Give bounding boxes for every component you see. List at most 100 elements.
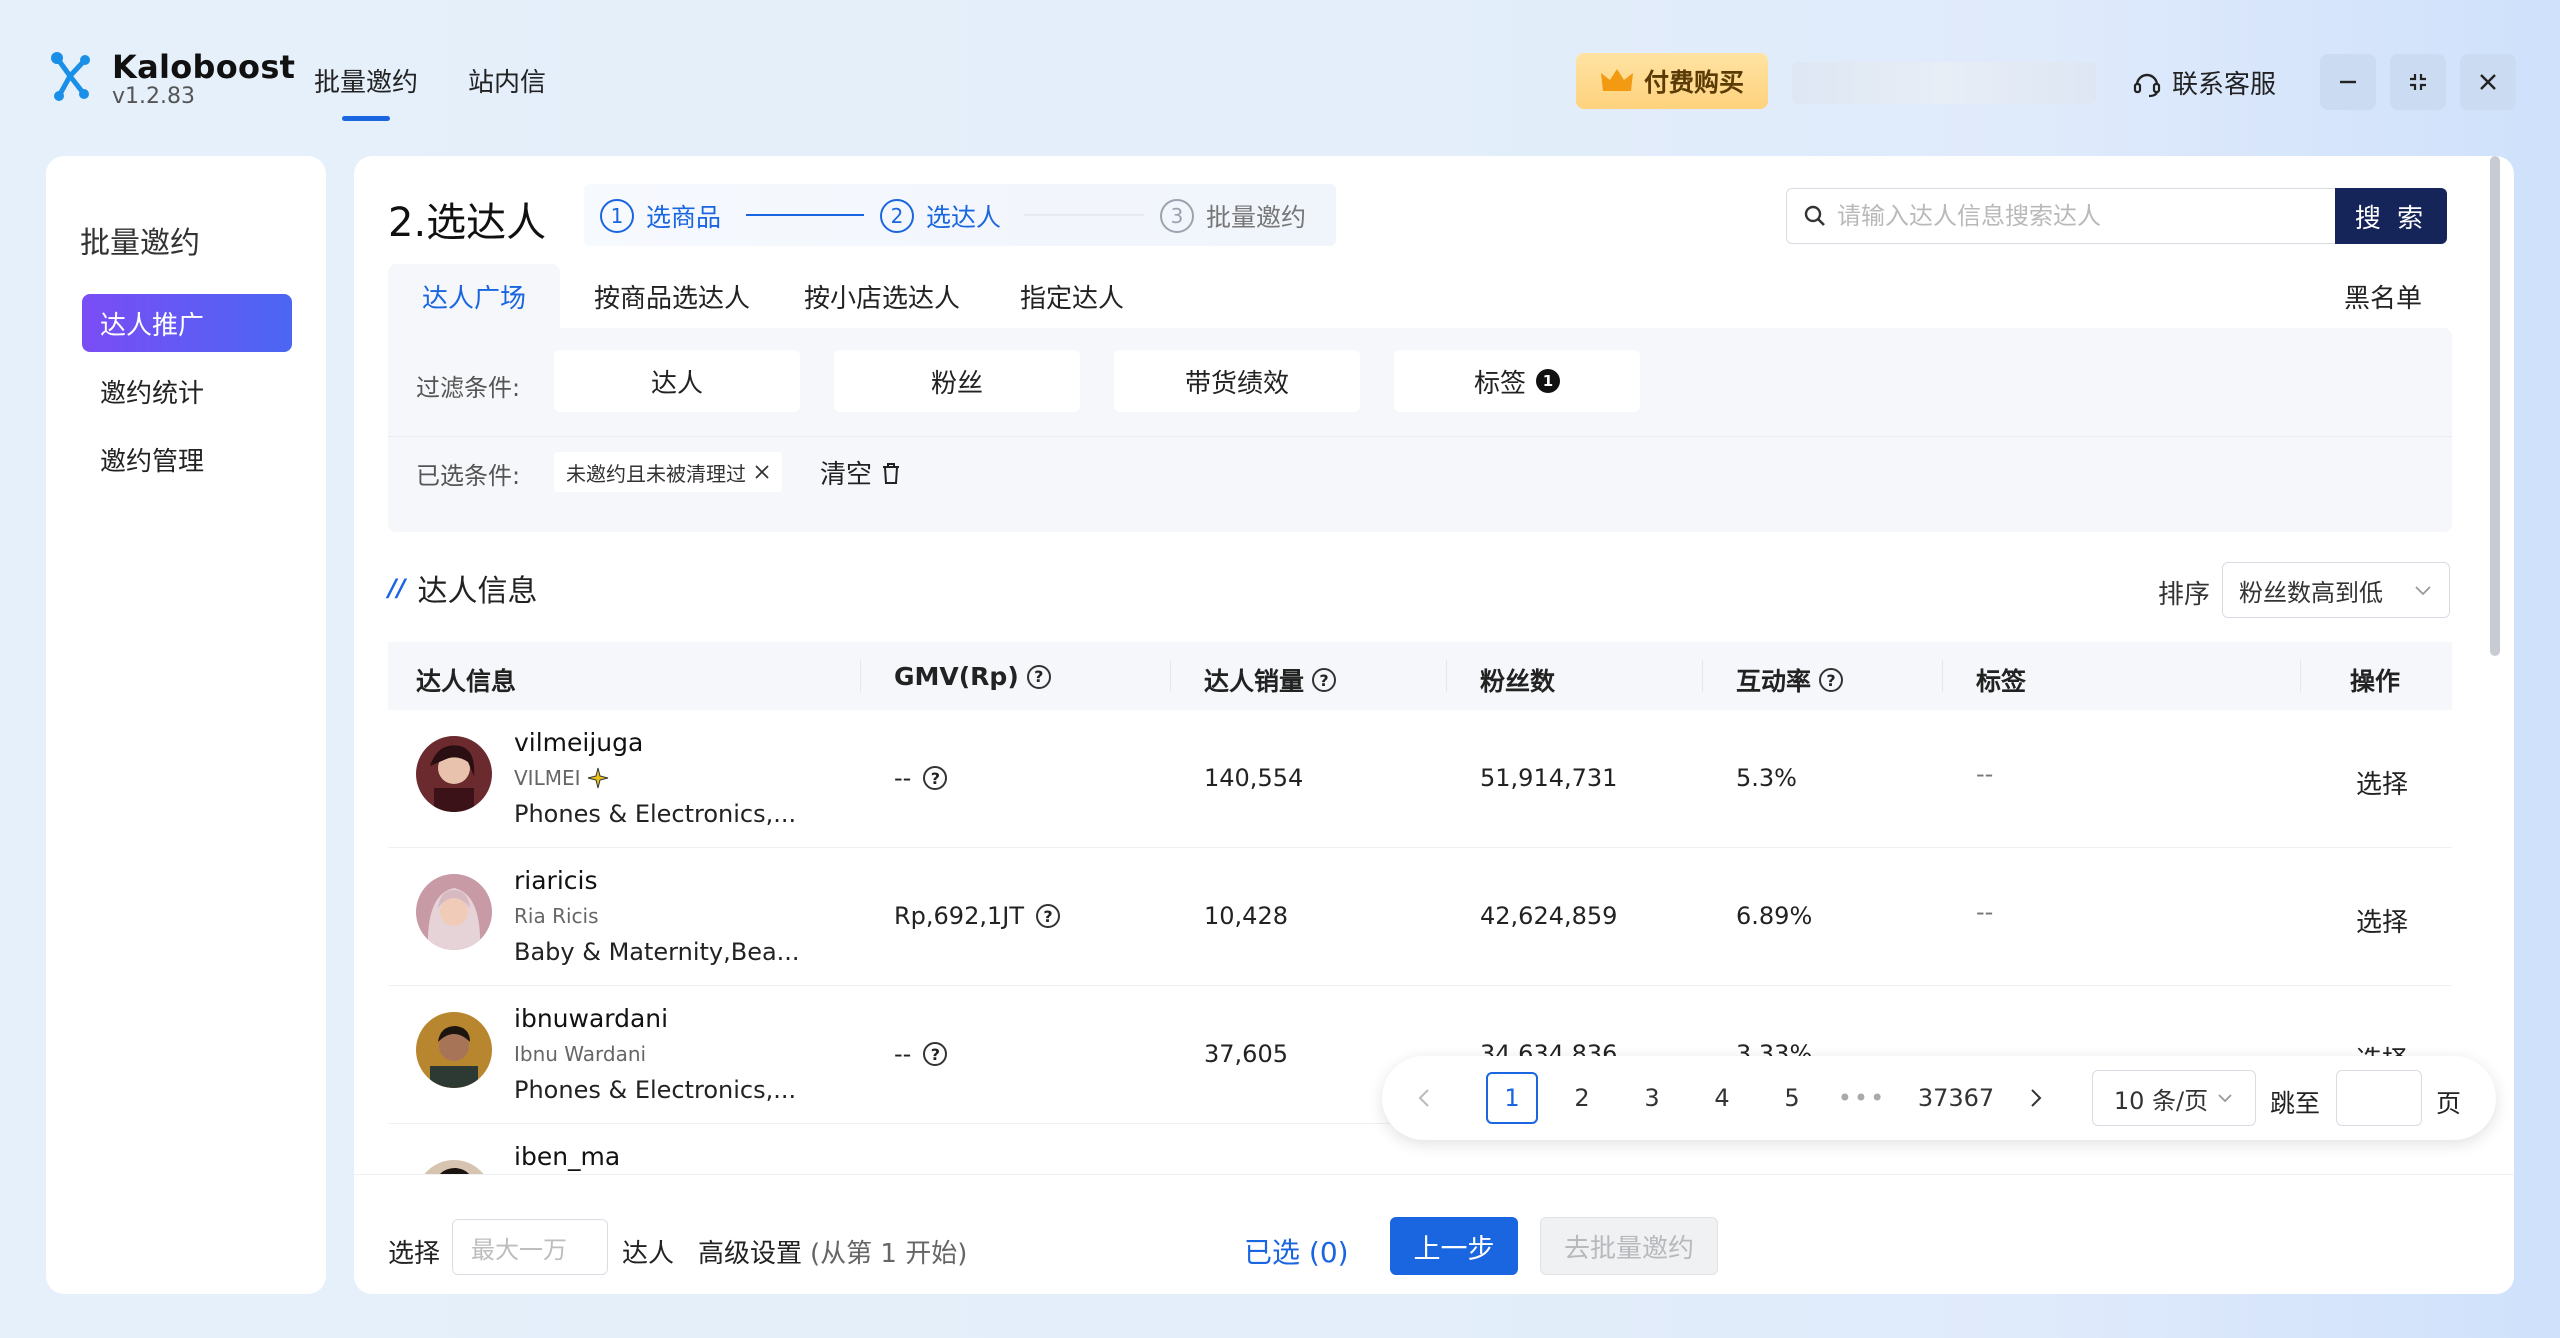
sales-cell: 140,554: [1204, 764, 1304, 792]
column-header-gmv: GMV(Rp)?: [894, 662, 1051, 691]
headset-icon: [2133, 73, 2161, 97]
page-size-select[interactable]: 10 条/页: [2092, 1070, 2256, 1126]
page-ellipsis[interactable]: •••: [1836, 1072, 1888, 1124]
account-info: [1792, 62, 2096, 104]
sidebar-item-invite-management[interactable]: 邀约管理: [82, 430, 292, 488]
scrollbar[interactable]: [2490, 156, 2500, 656]
app-version: v1.2.83: [112, 84, 195, 109]
help-icon[interactable]: ?: [1819, 668, 1844, 692]
chevron-right-icon: [2031, 1089, 2042, 1107]
creator-category: Baby & Maternity,Bea...: [514, 938, 800, 966]
tags-cell: --: [1976, 898, 1994, 926]
creator-category: Phones & Electronics,...: [514, 800, 797, 828]
search-box: [1786, 188, 2336, 244]
help-icon[interactable]: ?: [923, 1042, 948, 1066]
jump-page-input[interactable]: [2336, 1070, 2422, 1126]
nav-tab-batch-invite[interactable]: 批量邀约: [314, 62, 418, 121]
step-select-creator: 2 选达人: [880, 198, 1001, 234]
restore-button[interactable]: [2390, 54, 2446, 110]
column-header-label: GMV(Rp): [894, 662, 1019, 691]
close-button[interactable]: [2460, 54, 2516, 110]
tab-creator-square[interactable]: 达人广场: [388, 264, 561, 328]
search-button[interactable]: 搜 索: [2335, 188, 2447, 244]
section-marker-icon: //: [388, 574, 406, 602]
tab-specified-creator[interactable]: 指定达人: [1020, 264, 1124, 328]
creator-handle[interactable]: ibnuwardani: [514, 1004, 668, 1033]
advanced-settings-link[interactable]: 高级设置: [698, 1233, 802, 1270]
filter-conditions-label: 过滤条件:: [416, 374, 521, 402]
step-number: 2: [880, 199, 914, 233]
filter-fans-button[interactable]: 粉丝: [834, 350, 1080, 412]
help-icon[interactable]: ?: [1035, 904, 1060, 928]
step-label: 选商品: [646, 203, 722, 232]
table-row: riaricis Ria Ricis Baby & Maternity,Bea.…: [388, 848, 2452, 986]
help-icon[interactable]: ?: [923, 766, 948, 790]
creator-nickname: VILMEI: [514, 766, 609, 790]
last-page-button[interactable]: 37367: [1906, 1072, 2006, 1124]
contact-service-button[interactable]: 联系客服: [2132, 64, 2276, 101]
chip-remove-icon[interactable]: [754, 464, 770, 480]
bottom-action-bar: 选择 最大一万 达人 高级设置 (从第 1 开始) 已选 (0) 上一步 去批量…: [354, 1174, 2514, 1294]
next-page-button[interactable]: [2010, 1072, 2062, 1124]
tags-cell: --: [1976, 760, 1994, 788]
chip-label: 未邀约且未被清理过: [566, 461, 746, 486]
section-header: // 达人信息: [388, 566, 538, 610]
prev-page-button[interactable]: [1398, 1072, 1450, 1124]
page-5-button[interactable]: 5: [1766, 1072, 1818, 1124]
filter-creator-button[interactable]: 达人: [554, 350, 800, 412]
help-icon[interactable]: ?: [1026, 664, 1051, 689]
engagement-cell: 6.89%: [1736, 902, 1813, 930]
trash-icon: [883, 462, 900, 484]
gmv-cell: --?: [894, 1040, 948, 1068]
tab-by-product[interactable]: 按商品选达人: [594, 264, 750, 328]
creator-handle[interactable]: riaricis: [514, 866, 597, 895]
jump-to-label: 跳至: [2270, 1089, 2321, 1118]
filter-tags-button[interactable]: 标签 1: [1394, 350, 1640, 412]
creator-handle[interactable]: iben_ma: [514, 1142, 620, 1171]
help-icon[interactable]: ?: [1312, 668, 1337, 692]
search-icon: [1804, 205, 1825, 226]
page-3-button[interactable]: 3: [1626, 1072, 1678, 1124]
search-input[interactable]: [1837, 202, 2317, 230]
sales-cell: 10,428: [1204, 902, 1288, 930]
avatar: [416, 874, 492, 950]
avatar: [416, 1012, 492, 1088]
creator-handle[interactable]: vilmeijuga: [514, 728, 643, 757]
gmv-value: Rp,692,1JT: [894, 902, 1024, 930]
column-header-label: 达人销量: [1204, 667, 1305, 696]
followers-cell: 42,624,859: [1480, 902, 1618, 930]
table-row: vilmeijuga VILMEI Phones & Electronics,.…: [388, 710, 2452, 848]
minimize-button[interactable]: [2320, 54, 2376, 110]
app-window: Kaloboost v1.2.83 批量邀约 站内信 付费购买 联系客服 批量邀…: [0, 0, 2560, 1338]
table-header: 达人信息 GMV(Rp)? 达人销量? 粉丝数 互动率? 标签 操作: [388, 642, 2452, 710]
select-creator-button[interactable]: 选择: [2356, 764, 2408, 801]
clear-filters-button[interactable]: 清空: [820, 454, 902, 491]
page-2-button[interactable]: 2: [1556, 1072, 1608, 1124]
pay-button[interactable]: 付费购买: [1576, 53, 1768, 109]
column-separator: [1942, 660, 1943, 692]
filter-performance-button[interactable]: 带货绩效: [1114, 350, 1360, 412]
previous-step-button[interactable]: 上一步: [1390, 1217, 1518, 1275]
page-4-button[interactable]: 4: [1696, 1072, 1748, 1124]
sidebar-item-creator-promotion[interactable]: 达人推广: [82, 294, 292, 352]
column-header-label: 互动率: [1736, 667, 1812, 696]
blacklist-tab[interactable]: 黑名单: [2344, 264, 2422, 328]
nav-tab-inbox[interactable]: 站内信: [468, 62, 546, 99]
avatar: [416, 1160, 492, 1174]
select-count-input[interactable]: 最大一万: [452, 1219, 608, 1275]
tab-by-shop[interactable]: 按小店选达人: [804, 264, 960, 328]
chevron-down-icon: [2218, 1094, 2232, 1103]
crown-icon: [1600, 69, 1633, 91]
column-separator: [1170, 660, 1171, 692]
step-label: 选达人: [926, 203, 1002, 232]
step-select-product[interactable]: 1 选商品: [600, 198, 721, 234]
column-header-sales: 达人销量?: [1204, 662, 1337, 698]
selected-count[interactable]: 已选 (0): [1244, 1231, 1349, 1271]
kaloboost-logo-icon: [51, 52, 90, 101]
select-creator-button[interactable]: 选择: [2356, 902, 2408, 939]
page-1-button[interactable]: 1: [1486, 1072, 1538, 1124]
sidebar-item-invite-stats[interactable]: 邀约统计: [82, 362, 292, 420]
go-batch-invite-button[interactable]: 去批量邀约: [1540, 1217, 1718, 1275]
column-header-actions: 操作: [2350, 662, 2400, 698]
sort-select[interactable]: 粉丝数高到低: [2222, 562, 2450, 618]
